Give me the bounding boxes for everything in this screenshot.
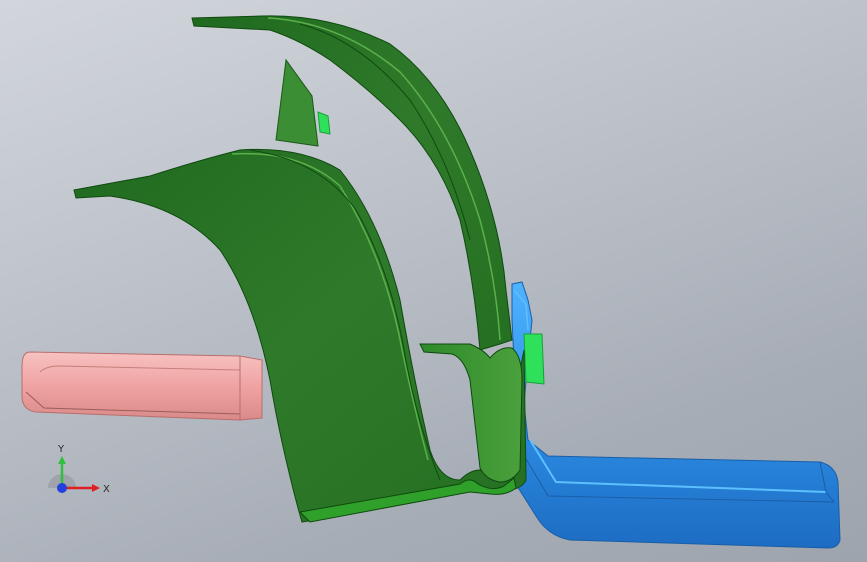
graphics-viewport[interactable]: Y X xyxy=(0,0,867,562)
x-axis-arrowhead-icon xyxy=(92,484,100,492)
y-axis-label: Y xyxy=(57,444,65,455)
z-axis-dot-icon xyxy=(57,483,67,493)
bracket-part-left[interactable] xyxy=(21,351,263,421)
coordinate-triad: Y X xyxy=(48,444,110,495)
y-axis-arrowhead-icon xyxy=(58,456,66,464)
fender-part[interactable] xyxy=(73,15,527,523)
model-scene[interactable] xyxy=(0,0,867,562)
bracket-part-right[interactable] xyxy=(509,281,841,549)
x-axis-label: X xyxy=(103,484,110,495)
